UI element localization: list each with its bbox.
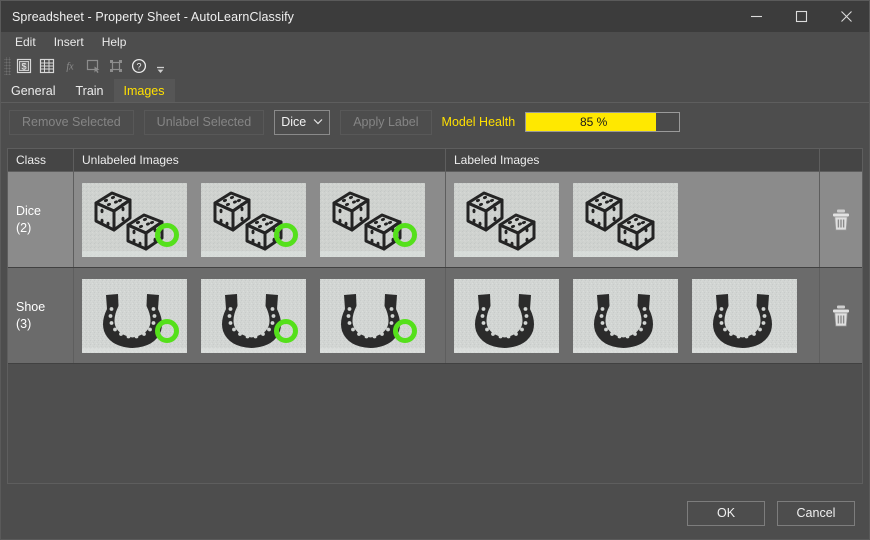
column-header-class: Class: [8, 149, 74, 171]
menu-item-edit[interactable]: Edit: [9, 33, 45, 52]
class-count: (2): [16, 220, 31, 237]
column-header-unlabeled-images: Unlabeled Images: [74, 149, 446, 171]
delete-class-cell[interactable]: [820, 172, 862, 267]
dialog-footer: OK Cancel: [1, 487, 869, 539]
menu-item-help[interactable]: Help: [96, 33, 136, 52]
thumbnail-shoe[interactable]: [454, 279, 559, 353]
apply-label-button[interactable]: Apply Label: [340, 110, 431, 135]
menu-item-insert[interactable]: Insert: [48, 33, 93, 52]
currency-cell-icon[interactable]: $: [13, 55, 35, 77]
svg-text:?: ?: [136, 61, 141, 71]
labeled-images-cell: [446, 268, 820, 363]
function-fx-icon[interactable]: fx: [59, 55, 81, 77]
tab-strip: General Train Images: [1, 79, 869, 103]
tab-images[interactable]: Images: [114, 79, 175, 102]
fit-selection-icon[interactable]: [105, 55, 127, 77]
maximize-icon[interactable]: [779, 1, 824, 32]
class-cell: Shoe(3): [8, 268, 74, 363]
selection-ring-icon: [155, 223, 179, 247]
table-body: Dice(2): [8, 172, 862, 364]
column-header-labeled-images: Labeled Images: [446, 149, 820, 171]
model-health-label: Model Health: [442, 115, 516, 129]
thumbnail-shoe[interactable]: [573, 279, 678, 353]
select-region-icon[interactable]: [82, 55, 104, 77]
window-title: Spreadsheet - Property Sheet - AutoLearn…: [1, 10, 294, 24]
thumbnail-dice[interactable]: [573, 183, 678, 257]
action-bar: Remove Selected Unlabel Selected Dice Ap…: [1, 103, 869, 141]
class-select-dropdown[interactable]: Dice: [274, 110, 330, 135]
table-row: Dice(2): [8, 172, 862, 268]
chevron-down-icon: [313, 118, 323, 127]
help-question-icon[interactable]: ?: [128, 55, 150, 77]
selection-ring-icon: [393, 319, 417, 343]
tab-train[interactable]: Train: [65, 79, 113, 102]
cancel-button[interactable]: Cancel: [777, 501, 855, 526]
images-table: Class Unlabeled Images Labeled Images Di…: [7, 148, 863, 484]
trash-icon[interactable]: [830, 208, 852, 232]
menu-bar: Edit Insert Help: [1, 32, 869, 53]
minimize-icon[interactable]: [734, 1, 779, 32]
thumbnail-shoe[interactable]: [692, 279, 797, 353]
window-controls: [734, 1, 869, 32]
table-row: Shoe(3): [8, 268, 862, 364]
toolbar-overflow-icon[interactable]: [153, 55, 167, 77]
class-name: Shoe: [16, 299, 45, 316]
unlabeled-images-cell: [74, 172, 446, 267]
class-select-value: Dice: [281, 115, 306, 129]
thumbnail-shoe[interactable]: [320, 279, 425, 353]
unlabeled-images-cell: [74, 268, 446, 363]
toolbar-grip[interactable]: [4, 57, 11, 75]
class-count: (3): [16, 316, 31, 333]
remove-selected-button[interactable]: Remove Selected: [9, 110, 134, 135]
model-health-value-text: 85 %: [526, 113, 679, 131]
ok-button[interactable]: OK: [687, 501, 765, 526]
svg-text:fx: fx: [66, 62, 74, 73]
delete-class-cell[interactable]: [820, 268, 862, 363]
selection-ring-icon: [274, 223, 298, 247]
selection-ring-icon: [393, 223, 417, 247]
thumbnail-shoe[interactable]: [82, 279, 187, 353]
thumbnail-dice[interactable]: [454, 183, 559, 257]
property-sheet-window: Spreadsheet - Property Sheet - AutoLearn…: [0, 0, 870, 540]
thumbnail-dice[interactable]: [82, 183, 187, 257]
close-icon[interactable]: [824, 1, 869, 32]
table-header-row: Class Unlabeled Images Labeled Images: [8, 149, 862, 172]
selection-ring-icon: [155, 319, 179, 343]
thumbnail-dice[interactable]: [201, 183, 306, 257]
unlabel-selected-button[interactable]: Unlabel Selected: [144, 110, 265, 135]
column-header-delete: [820, 149, 862, 171]
thumbnail-dice[interactable]: [320, 183, 425, 257]
trash-icon[interactable]: [830, 304, 852, 328]
selection-ring-icon: [274, 319, 298, 343]
toolbar: $ fx: [1, 53, 869, 79]
svg-text:$: $: [21, 62, 26, 72]
tab-general[interactable]: General: [1, 79, 65, 102]
title-bar: Spreadsheet - Property Sheet - AutoLearn…: [1, 1, 869, 32]
class-name: Dice: [16, 203, 41, 220]
labeled-images-cell: [446, 172, 820, 267]
model-health-progressbar: 85 %: [525, 112, 680, 132]
table-grid-icon[interactable]: [36, 55, 58, 77]
thumbnail-shoe[interactable]: [201, 279, 306, 353]
class-cell: Dice(2): [8, 172, 74, 267]
